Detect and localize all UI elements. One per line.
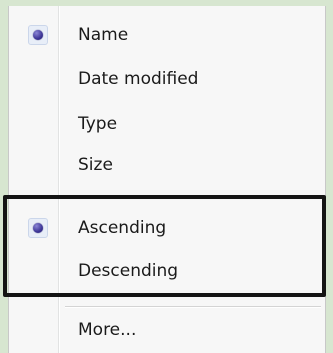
menu-item-descending[interactable]: Descending (9, 254, 325, 288)
menu-item-size[interactable]: Size (9, 148, 325, 182)
menu-item-ascending[interactable]: Ascending (9, 211, 325, 245)
menu-item-label: Date modified (78, 69, 199, 89)
menu-item-label: More... (78, 320, 137, 340)
menu-item-name[interactable]: Name (9, 18, 325, 52)
menu-item-more[interactable]: More... (9, 313, 325, 347)
menu-item-label: Ascending (78, 218, 167, 238)
menu-item-label: Descending (78, 261, 179, 281)
menu-separator (65, 306, 321, 308)
menu-separator (65, 196, 321, 198)
menu-item-label: Name (78, 25, 129, 45)
radio-dot-icon (28, 25, 48, 45)
menu-item-label: Type (78, 114, 118, 134)
radio-dot-icon (28, 218, 48, 238)
menu-item-date-modified[interactable]: Date modified (9, 62, 325, 96)
menu-item-label: Size (78, 155, 113, 175)
menu-item-type[interactable]: Type (9, 107, 325, 141)
sort-by-context-menu: Name Date modified Type Size Ascending D… (8, 6, 326, 353)
